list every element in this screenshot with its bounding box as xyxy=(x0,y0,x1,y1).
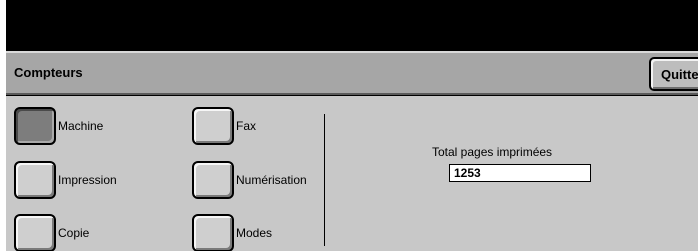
counter-value-field: 1253 xyxy=(449,164,591,182)
fax-button[interactable] xyxy=(192,107,234,145)
impression-button[interactable] xyxy=(14,161,56,199)
option-machine[interactable]: Machine xyxy=(14,106,103,146)
option-impression-label: Impression xyxy=(58,173,117,187)
counter-label: Total pages imprimées xyxy=(432,145,553,159)
option-impression[interactable]: Impression xyxy=(14,160,117,200)
modes-button[interactable] xyxy=(192,214,234,251)
quit-button[interactable]: Quitter xyxy=(649,57,698,91)
page-title: Compteurs xyxy=(14,65,83,80)
option-machine-label: Machine xyxy=(58,119,104,133)
option-copie-label: Copie xyxy=(58,226,90,240)
option-copie[interactable]: Copie xyxy=(14,213,89,251)
option-numerisation-label: Numérisation xyxy=(236,173,307,187)
numerisation-button[interactable] xyxy=(192,161,234,199)
option-numerisation[interactable]: Numérisation xyxy=(192,160,307,200)
option-fax[interactable]: Fax xyxy=(192,106,256,146)
title-bar: Compteurs Quitter xyxy=(6,51,698,95)
option-fax-label: Fax xyxy=(236,119,257,133)
counters-panel: Machine Impression Copie Fax Numérisatio… xyxy=(6,96,698,251)
vertical-divider xyxy=(324,114,325,246)
machine-button[interactable] xyxy=(14,107,56,145)
option-modes-label: Modes xyxy=(236,226,273,240)
copie-button[interactable] xyxy=(14,214,56,251)
option-modes[interactable]: Modes xyxy=(192,213,272,251)
